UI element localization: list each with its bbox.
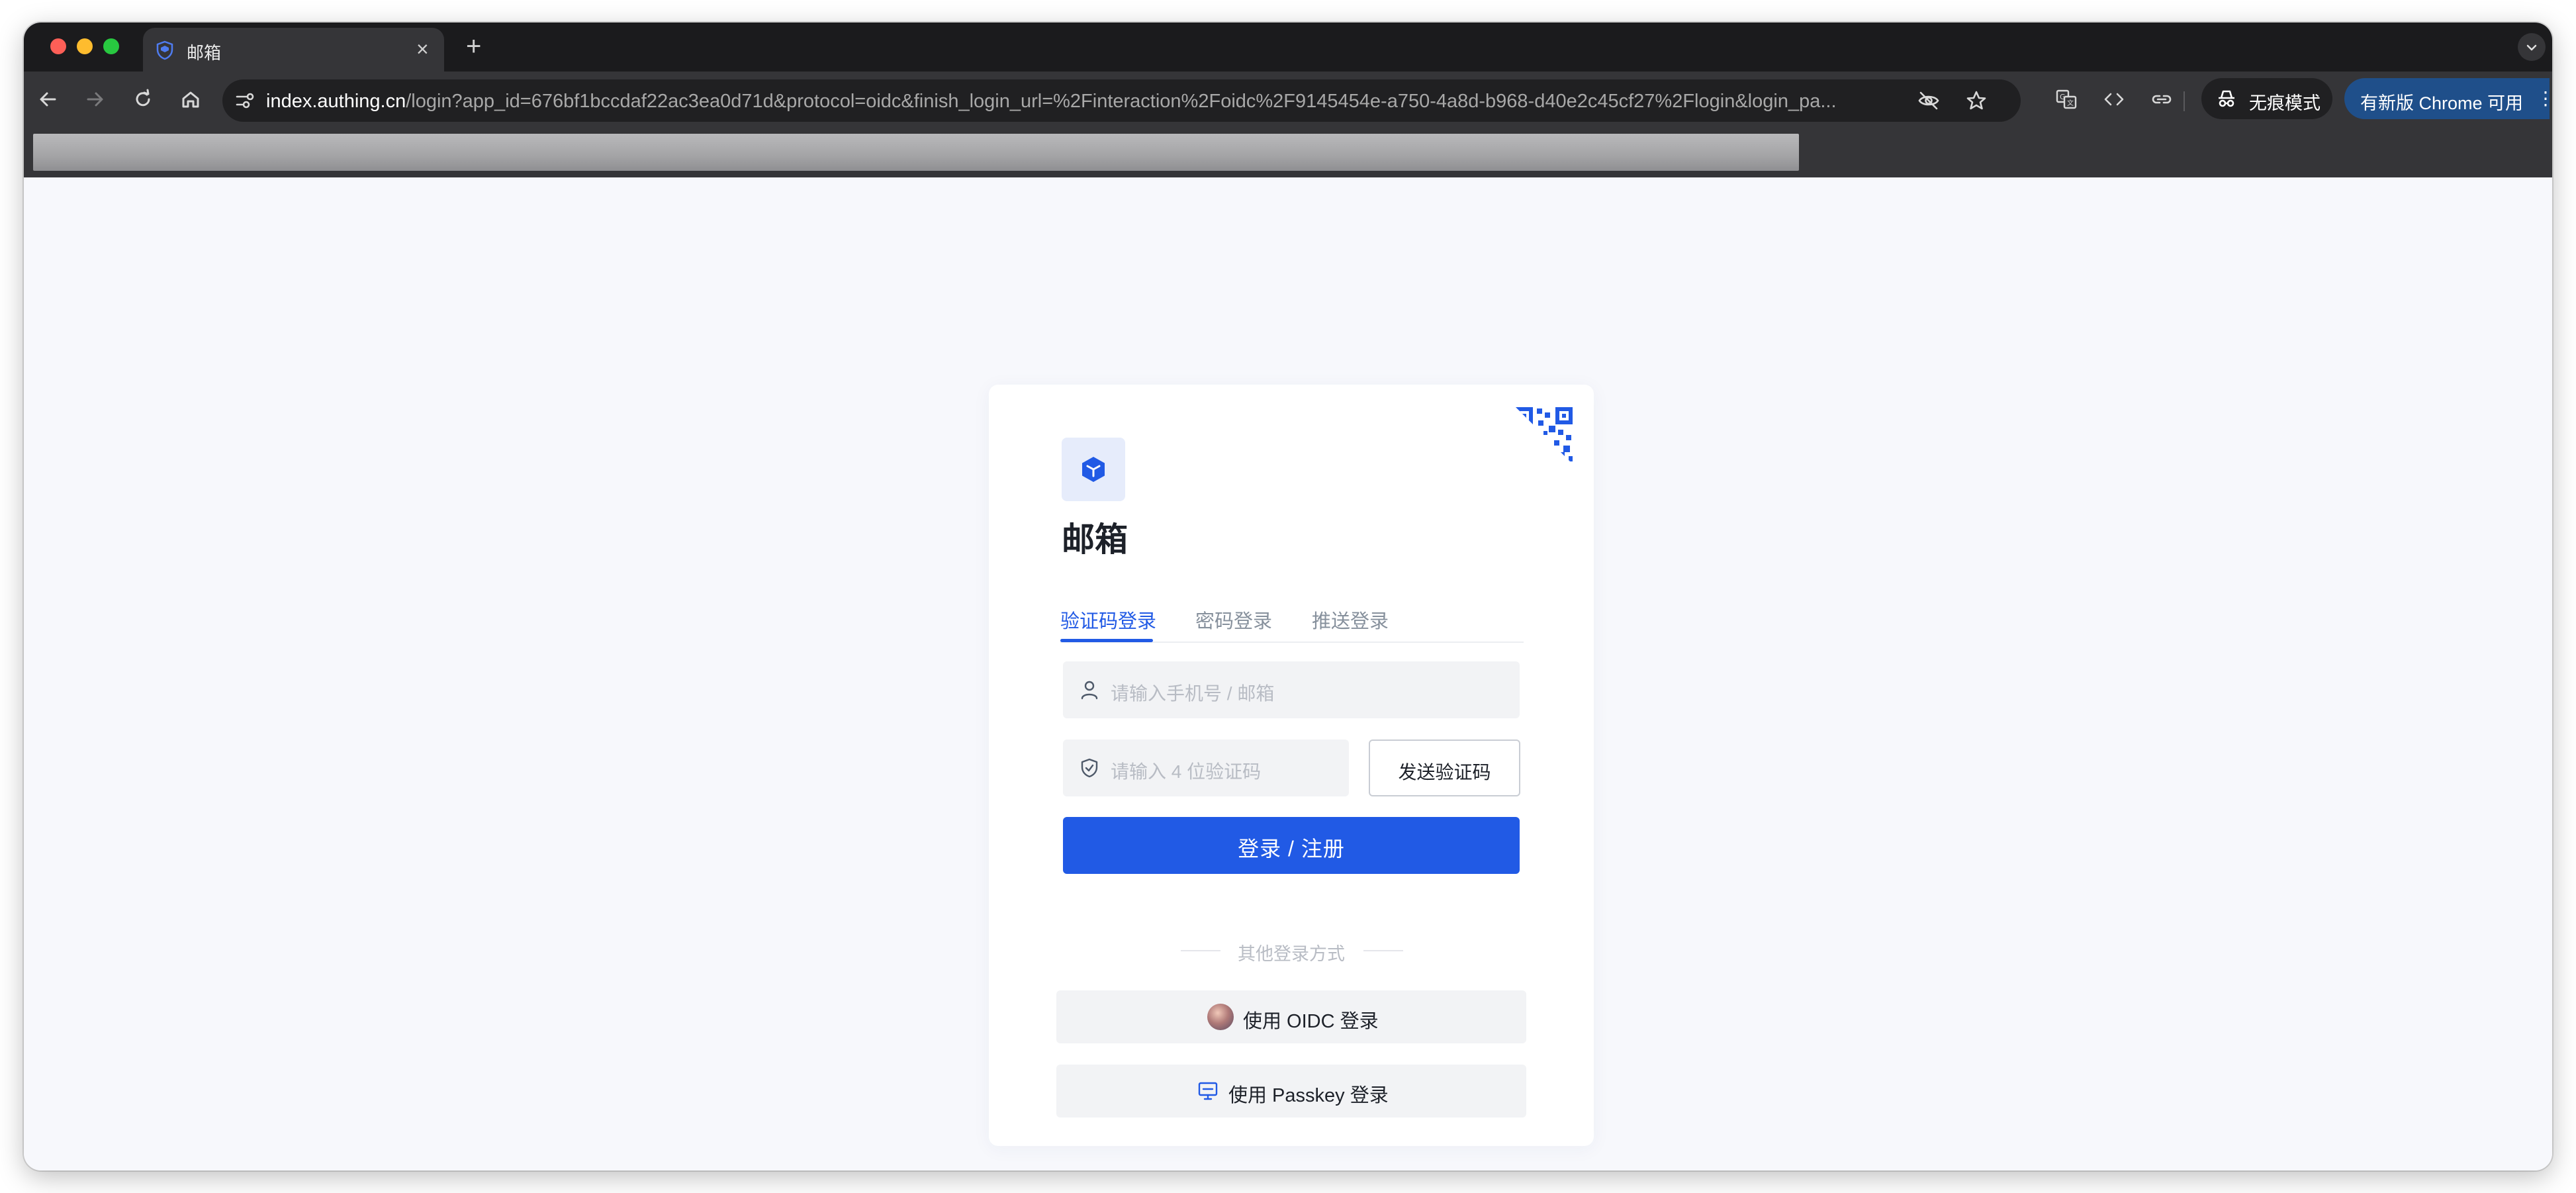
- url-host: index.authing.cn: [266, 91, 406, 112]
- code-icon[interactable]: [2102, 87, 2126, 111]
- incognito-icon: [2219, 90, 2234, 107]
- translate-icon[interactable]: G 文: [2054, 87, 2078, 111]
- app-logo: [1062, 438, 1125, 501]
- login-register-button[interactable]: 登录 / 注册: [1063, 817, 1520, 874]
- active-tab-indicator: [1060, 639, 1153, 642]
- forward-icon[interactable]: [83, 87, 107, 111]
- send-code-label: 发送验证码: [1398, 762, 1491, 783]
- site-settings-icon[interactable]: [233, 89, 257, 113]
- window-maximize-button[interactable]: [103, 38, 119, 54]
- user-icon: [1081, 681, 1098, 700]
- qr-code-switch-icon[interactable]: [1514, 406, 1574, 465]
- chrome-update-button[interactable]: 有新版 Chrome 可用 ⋮: [2344, 78, 2552, 119]
- shield-check-icon: [1081, 758, 1098, 778]
- bookmarks-bar: [24, 127, 2552, 177]
- submit-label: 登录 / 注册: [1238, 837, 1345, 861]
- oidc-avatar: [1207, 1004, 1234, 1030]
- svg-text:G: G: [2060, 93, 2066, 101]
- incognito-label: 无痕模式: [2249, 93, 2321, 113]
- svg-text:文: 文: [2067, 99, 2074, 107]
- shield-favicon-icon: [156, 40, 173, 60]
- incognito-chip[interactable]: 无痕模式: [2201, 78, 2332, 119]
- other-methods-label: 其他登录方式: [1238, 944, 1345, 964]
- browser-toolbar: index.authing.cn/login?app_id=676bf1bccd…: [24, 72, 2552, 127]
- url-path: /login?app_id=676bf1bccdaf22ac3ea0d71d&p…: [406, 91, 1837, 112]
- window-minimize-button[interactable]: [77, 38, 93, 54]
- address-bar[interactable]: index.authing.cn/login?app_id=676bf1bccd…: [222, 79, 2021, 122]
- tab-push[interactable]: 推送登录: [1312, 606, 1389, 634]
- bookmarks-strip: [33, 134, 1799, 171]
- link-icon[interactable]: [2150, 87, 2174, 111]
- divider-line-right: [1363, 950, 1403, 951]
- account-placeholder: 请输入手机号 / 邮箱: [1111, 683, 1275, 704]
- tab-close-icon[interactable]: ×: [416, 37, 429, 61]
- login-tabs: 验证码登录 密码登录 推送登录: [1060, 596, 1524, 643]
- tab-title: 邮箱: [187, 43, 222, 63]
- code-placeholder: 请输入 4 位验证码: [1111, 761, 1262, 782]
- home-icon[interactable]: [179, 87, 203, 111]
- cube-icon: [1082, 457, 1105, 482]
- verification-code-input[interactable]: 请输入 4 位验证码: [1063, 740, 1349, 796]
- more-icon[interactable]: ⋮: [2536, 87, 2552, 109]
- passkey-label: 使用 Passkey 登录: [1228, 1085, 1389, 1106]
- app-name: 邮箱: [1062, 521, 1128, 558]
- browser-window: 邮箱 × + index.authing.cn/login?app_id=676…: [24, 23, 2552, 1170]
- page-content: 邮箱 验证码登录 密码登录 推送登录 请输入手机号 / 邮箱 请输入 4 位验证…: [24, 177, 2552, 1170]
- browser-tab[interactable]: 邮箱 ×: [143, 28, 444, 72]
- tab-search-button[interactable]: [2518, 33, 2546, 61]
- back-icon[interactable]: [36, 87, 60, 111]
- tab-verification-code[interactable]: 验证码登录: [1060, 606, 1156, 634]
- star-icon[interactable]: [1964, 89, 1988, 113]
- url-text[interactable]: index.authing.cn/login?app_id=676bf1bccd…: [266, 91, 1894, 113]
- tab-strip: 邮箱 × +: [24, 23, 2552, 72]
- send-code-button[interactable]: 发送验证码: [1369, 740, 1520, 796]
- new-tab-button[interactable]: +: [466, 32, 481, 61]
- update-label: 有新版 Chrome 可用: [2360, 93, 2524, 113]
- toolbar-divider: [2184, 91, 2185, 111]
- passkey-login-button[interactable]: 使用 Passkey 登录: [1056, 1065, 1526, 1118]
- tab-password[interactable]: 密码登录: [1195, 606, 1272, 634]
- oidc-login-button[interactable]: 使用 OIDC 登录: [1056, 990, 1526, 1043]
- eye-off-icon[interactable]: [1917, 89, 1941, 113]
- account-input[interactable]: 请输入手机号 / 邮箱: [1063, 661, 1520, 718]
- login-card: 邮箱 验证码登录 密码登录 推送登录 请输入手机号 / 邮箱 请输入 4 位验证…: [989, 385, 1594, 1146]
- monitor-icon: [1198, 1082, 1218, 1100]
- window-close-button[interactable]: [50, 38, 66, 54]
- oidc-label: 使用 OIDC 登录: [1243, 1011, 1379, 1032]
- reload-icon[interactable]: [131, 87, 155, 111]
- chevron-down-icon: [2526, 44, 2537, 51]
